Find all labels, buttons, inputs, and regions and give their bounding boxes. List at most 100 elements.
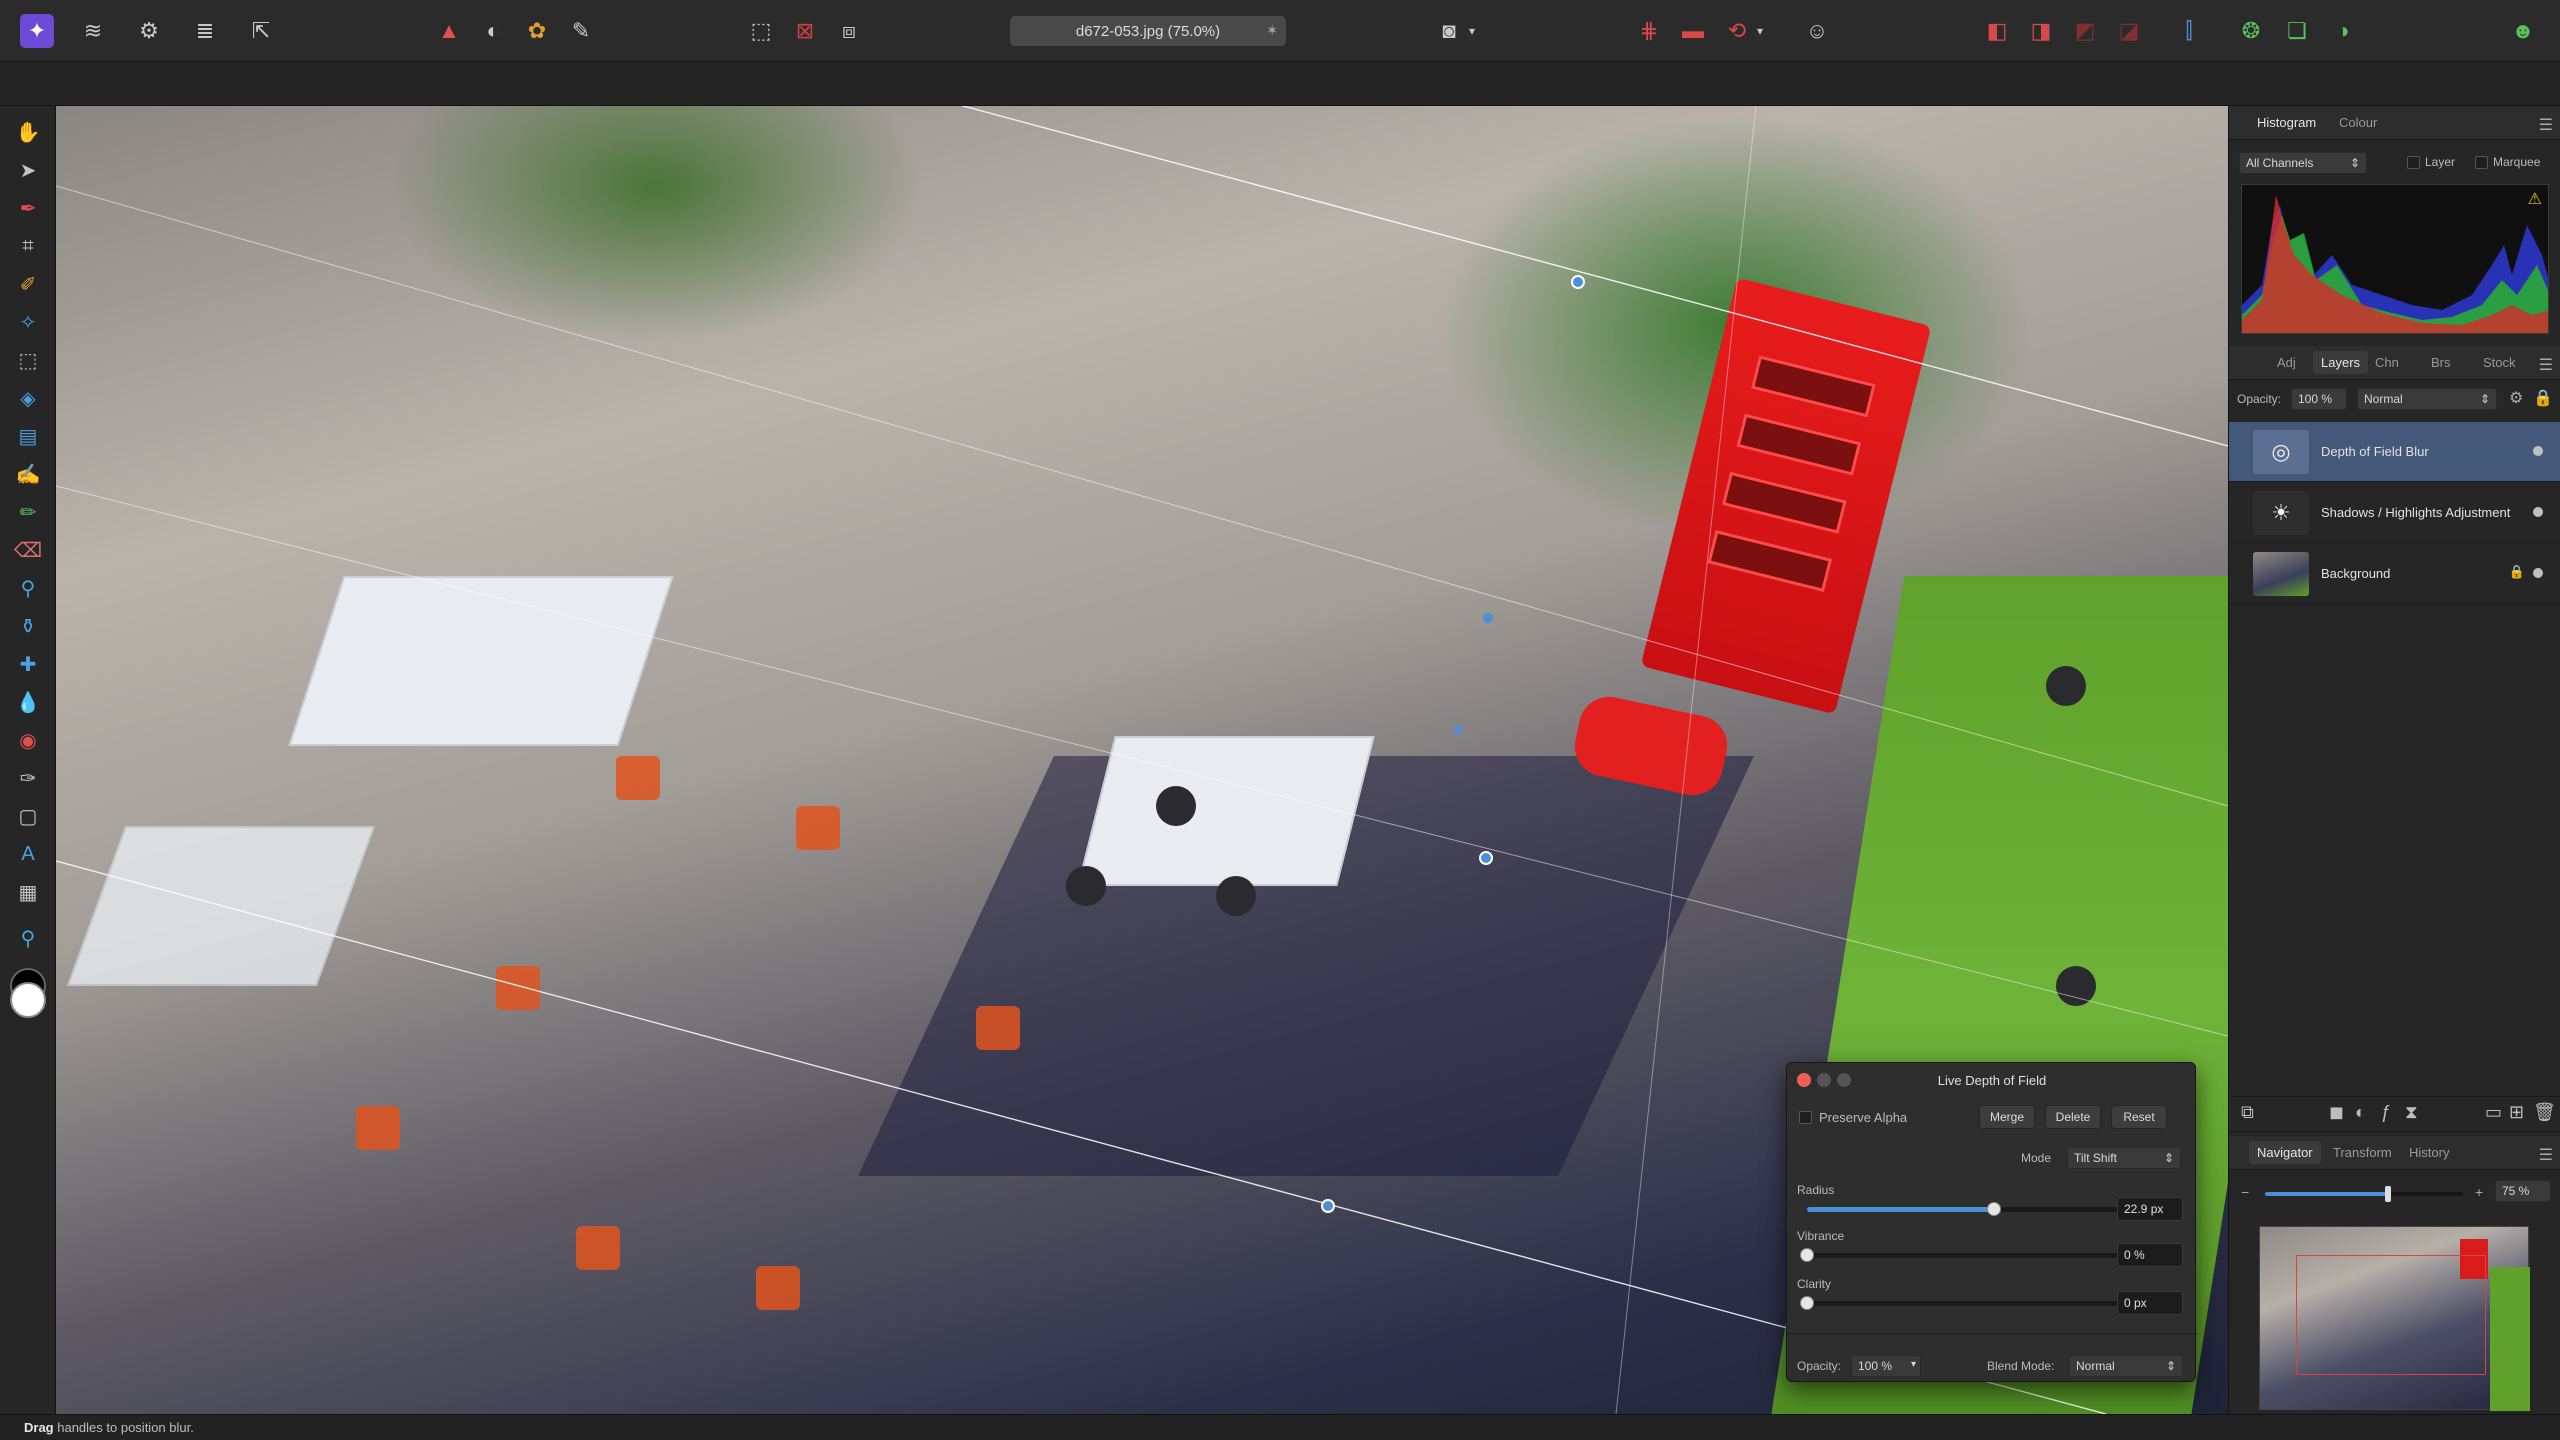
quick-mask-icon[interactable]: ◙ bbox=[1432, 14, 1466, 48]
tab-layers[interactable]: Layers bbox=[2313, 351, 2369, 374]
chevron-down-icon[interactable]: ▾ bbox=[1464, 14, 1480, 48]
channel-select[interactable]: All Channels ⇕ bbox=[2239, 152, 2367, 174]
arrange-front-icon[interactable]: ◩ bbox=[2068, 14, 2102, 48]
pen-tool-icon[interactable]: ✑ bbox=[12, 762, 44, 794]
colour-picker-icon[interactable]: ✒ bbox=[12, 192, 44, 224]
align-icon[interactable]: ⫿ bbox=[2172, 14, 2206, 48]
flood-fill-icon[interactable]: ◈ bbox=[12, 382, 44, 414]
boolean-subtract-icon[interactable]: ❏ bbox=[2280, 14, 2314, 48]
clarity-slider-knob[interactable] bbox=[1800, 1296, 1814, 1310]
auto-levels-icon[interactable]: ▲ bbox=[432, 14, 466, 48]
select-all-icon[interactable]: ⬚ bbox=[744, 14, 778, 48]
tab-histogram[interactable]: Histogram bbox=[2257, 115, 2316, 130]
arrange-forward-icon[interactable]: ◨ bbox=[2024, 14, 2058, 48]
erase-brush-icon[interactable]: ⌫ bbox=[12, 534, 44, 566]
zoom-slider[interactable] bbox=[2265, 1186, 2463, 1202]
delete-button[interactable]: Delete bbox=[2045, 1105, 2101, 1129]
marquee-checkbox[interactable] bbox=[2475, 156, 2488, 169]
visibility-dot[interactable] bbox=[2533, 446, 2543, 456]
layer-checkbox[interactable] bbox=[2407, 156, 2420, 169]
blur-handle[interactable] bbox=[1483, 613, 1493, 623]
adjustment-icon[interactable]: ◐ bbox=[2355, 1103, 2366, 1121]
dodge-icon[interactable]: ⚲ bbox=[12, 572, 44, 604]
tab-adj[interactable]: Adj bbox=[2277, 355, 2296, 370]
panel-menu-icon[interactable]: ☰ bbox=[2539, 115, 2553, 135]
paint-brush-icon[interactable]: ✍ bbox=[12, 458, 44, 490]
deselect-icon[interactable]: ⊠ bbox=[788, 14, 822, 48]
blur-handle[interactable] bbox=[1321, 1199, 1335, 1213]
panel-menu-icon[interactable]: ☰ bbox=[2539, 1145, 2553, 1165]
merge-button[interactable]: Merge bbox=[1979, 1105, 2035, 1129]
mode-select[interactable]: Tilt Shift ⇕ bbox=[2067, 1147, 2181, 1169]
mesh-warp-icon[interactable]: ▦ bbox=[12, 876, 44, 908]
zoom-slider-knob[interactable] bbox=[2384, 1186, 2391, 1202]
clone-tool-icon[interactable]: ⚱ bbox=[12, 610, 44, 642]
vibrance-value-field[interactable]: 0 % bbox=[2117, 1243, 2183, 1267]
trash-icon[interactable]: 🗑 bbox=[2533, 1103, 2556, 1121]
lock-icon[interactable]: 🔒 bbox=[2533, 388, 2553, 408]
snapping-icon[interactable]: ⋕ bbox=[1632, 14, 1666, 48]
blur-handle[interactable] bbox=[1479, 851, 1493, 865]
assistant-icon[interactable]: ☺ bbox=[1800, 14, 1834, 48]
layer-row[interactable]: ◎ Depth of Field Blur bbox=[2229, 422, 2560, 482]
preserve-alpha-checkbox[interactable] bbox=[1799, 1111, 1812, 1124]
zoom-out-icon[interactable]: − bbox=[2241, 1184, 2249, 1200]
user-icon[interactable]: ☻ bbox=[2506, 14, 2540, 48]
develop-persona-icon[interactable]: ⚙ bbox=[132, 14, 166, 48]
reset-button[interactable]: Reset bbox=[2111, 1105, 2167, 1129]
tab-navigator[interactable]: Navigator bbox=[2249, 1141, 2321, 1164]
pixel-brush-icon[interactable]: ✏ bbox=[12, 496, 44, 528]
layer-row[interactable]: Background 🔒 bbox=[2229, 544, 2560, 604]
zoom-in-icon[interactable]: + bbox=[2475, 1184, 2483, 1200]
boolean-add-icon[interactable]: ❂ bbox=[2234, 14, 2268, 48]
primary-colour-swatch[interactable] bbox=[10, 982, 46, 1018]
layer-blend-select[interactable]: Normal ⇕ bbox=[2357, 388, 2497, 410]
navigator-viewport-box[interactable] bbox=[2296, 1255, 2486, 1375]
layer-row[interactable]: ☀ Shadows / Highlights Adjustment bbox=[2229, 483, 2560, 543]
move-tool-icon[interactable]: ➤ bbox=[12, 154, 44, 186]
tone-mapping-persona-icon[interactable]: ≣ bbox=[188, 14, 222, 48]
vibrance-slider[interactable] bbox=[1800, 1248, 2119, 1262]
vibrance-slider-knob[interactable] bbox=[1800, 1248, 1814, 1262]
blur-brush-icon[interactable]: 💧 bbox=[12, 686, 44, 718]
force-pixel-alignment-icon[interactable]: ▬ bbox=[1676, 14, 1710, 48]
zoom-value-field[interactable]: 75 % bbox=[2495, 1180, 2551, 1202]
arrange-back-icon[interactable]: ◧ bbox=[1980, 14, 2014, 48]
marquee-tool-icon[interactable]: ⬚ bbox=[12, 344, 44, 376]
mask-icon[interactable]: ◼ bbox=[2329, 1103, 2344, 1121]
arrange-bottom-icon[interactable]: ◪ bbox=[2112, 14, 2146, 48]
export-persona-icon[interactable]: ⇱ bbox=[244, 14, 278, 48]
blur-handle[interactable] bbox=[1454, 726, 1462, 734]
auto-colour-icon[interactable]: ✿ bbox=[520, 14, 554, 48]
crop-tool-icon[interactable]: ⌗ bbox=[12, 230, 44, 262]
document-close-icon[interactable]: ✶ bbox=[1266, 22, 1278, 39]
red-eye-icon[interactable]: ◉ bbox=[12, 724, 44, 756]
magnet-icon[interactable]: ⟲ bbox=[1720, 14, 1754, 48]
radius-slider-knob[interactable] bbox=[1987, 1202, 2002, 1216]
invert-selection-icon[interactable]: ⧈ bbox=[832, 14, 866, 48]
healing-icon[interactable]: ✚ bbox=[12, 648, 44, 680]
navigator-preview[interactable] bbox=[2259, 1226, 2530, 1411]
add-layer-icon[interactable]: ⊞ bbox=[2509, 1103, 2524, 1121]
selection-brush-icon[interactable]: ✐ bbox=[12, 268, 44, 300]
photo-persona-icon[interactable]: ✦ bbox=[20, 14, 54, 48]
chevron-down-icon[interactable]: ▾ bbox=[1752, 14, 1768, 48]
folder-icon[interactable]: ▭ bbox=[2485, 1103, 2502, 1121]
view-tool-icon[interactable]: ✋ bbox=[12, 116, 44, 148]
tab-brs[interactable]: Brs bbox=[2431, 355, 2451, 370]
layer-opacity-field[interactable]: 100 % bbox=[2291, 388, 2347, 410]
document-title-tab[interactable]: d672-053.jpg (75.0%) ✶ bbox=[1010, 16, 1286, 46]
clarity-slider[interactable] bbox=[1800, 1296, 2119, 1310]
zoom-tool-icon[interactable]: ⚲ bbox=[12, 922, 44, 954]
blur-handle[interactable] bbox=[1571, 275, 1585, 289]
rectangle-tool-icon[interactable]: ▢ bbox=[12, 800, 44, 832]
visibility-dot[interactable] bbox=[2533, 568, 2543, 578]
tab-transform[interactable]: Transform bbox=[2333, 1145, 2392, 1160]
visibility-dot[interactable] bbox=[2533, 507, 2543, 517]
fx-icon[interactable]: ƒ bbox=[2381, 1103, 2391, 1121]
opacity-field[interactable]: 100 % ▾ bbox=[1851, 1355, 1921, 1377]
liquify-persona-icon[interactable]: ≋ bbox=[76, 14, 110, 48]
layer-options-icon[interactable]: ⧉ bbox=[2241, 1103, 2254, 1121]
flood-select-icon[interactable]: ✧ bbox=[12, 306, 44, 338]
radius-slider[interactable] bbox=[1807, 1202, 2119, 1216]
